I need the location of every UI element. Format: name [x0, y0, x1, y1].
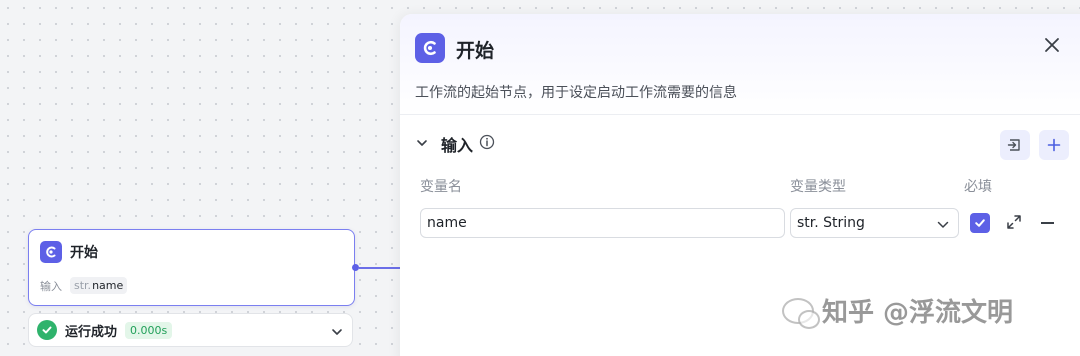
variable-type-value: str. String	[797, 215, 865, 231]
chip-name: name	[92, 279, 124, 292]
chevron-down-icon[interactable]	[330, 324, 344, 343]
minus-icon[interactable]	[1041, 222, 1054, 224]
start-node[interactable]: 开始 输入 str.name	[28, 229, 355, 306]
variable-name-input[interactable]	[420, 208, 785, 238]
input-section-header[interactable]: 输入	[415, 132, 495, 156]
node-header: 开始	[40, 241, 98, 263]
column-header-name: 变量名	[420, 179, 462, 195]
column-header-type: 变量类型	[790, 179, 846, 195]
node-input-chip: str.name	[70, 277, 128, 294]
panel-description: 工作流的起始节点，用于设定启动工作流需要的信息	[415, 85, 737, 101]
run-status-bar[interactable]: 运行成功 0.000s	[28, 313, 353, 347]
panel-title: 开始	[456, 40, 495, 62]
success-check-icon	[37, 320, 57, 340]
start-node-icon	[415, 33, 445, 63]
required-checkbox[interactable]	[970, 213, 990, 233]
node-title: 开始	[70, 245, 98, 261]
plus-icon[interactable]	[1039, 130, 1069, 160]
node-inputs: 输入 str.name	[40, 277, 128, 294]
close-icon[interactable]	[1044, 37, 1060, 57]
section-title: 输入	[441, 136, 474, 155]
node-input-label: 输入	[40, 279, 62, 293]
variable-type-select[interactable]: str. String	[790, 208, 959, 238]
run-status-text: 运行成功	[65, 324, 118, 340]
panel-header: 开始 工作流的起始节点，用于设定启动工作流需要的信息	[400, 14, 1080, 115]
column-header-required: 必填	[964, 179, 992, 195]
chevron-down-icon[interactable]	[415, 135, 429, 154]
connection-edge	[359, 267, 401, 269]
expand-icon[interactable]	[1006, 214, 1022, 234]
info-icon[interactable]	[479, 134, 495, 154]
chip-type: str.	[74, 279, 92, 292]
node-output-handle[interactable]	[352, 264, 359, 271]
run-time-badge: 0.000s	[125, 321, 173, 339]
import-icon[interactable]	[1000, 130, 1030, 160]
start-node-icon	[40, 241, 62, 263]
node-config-panel: 开始 工作流的起始节点，用于设定启动工作流需要的信息 输入 变量名 变量类型 必…	[400, 14, 1080, 356]
chevron-down-icon	[936, 218, 950, 236]
